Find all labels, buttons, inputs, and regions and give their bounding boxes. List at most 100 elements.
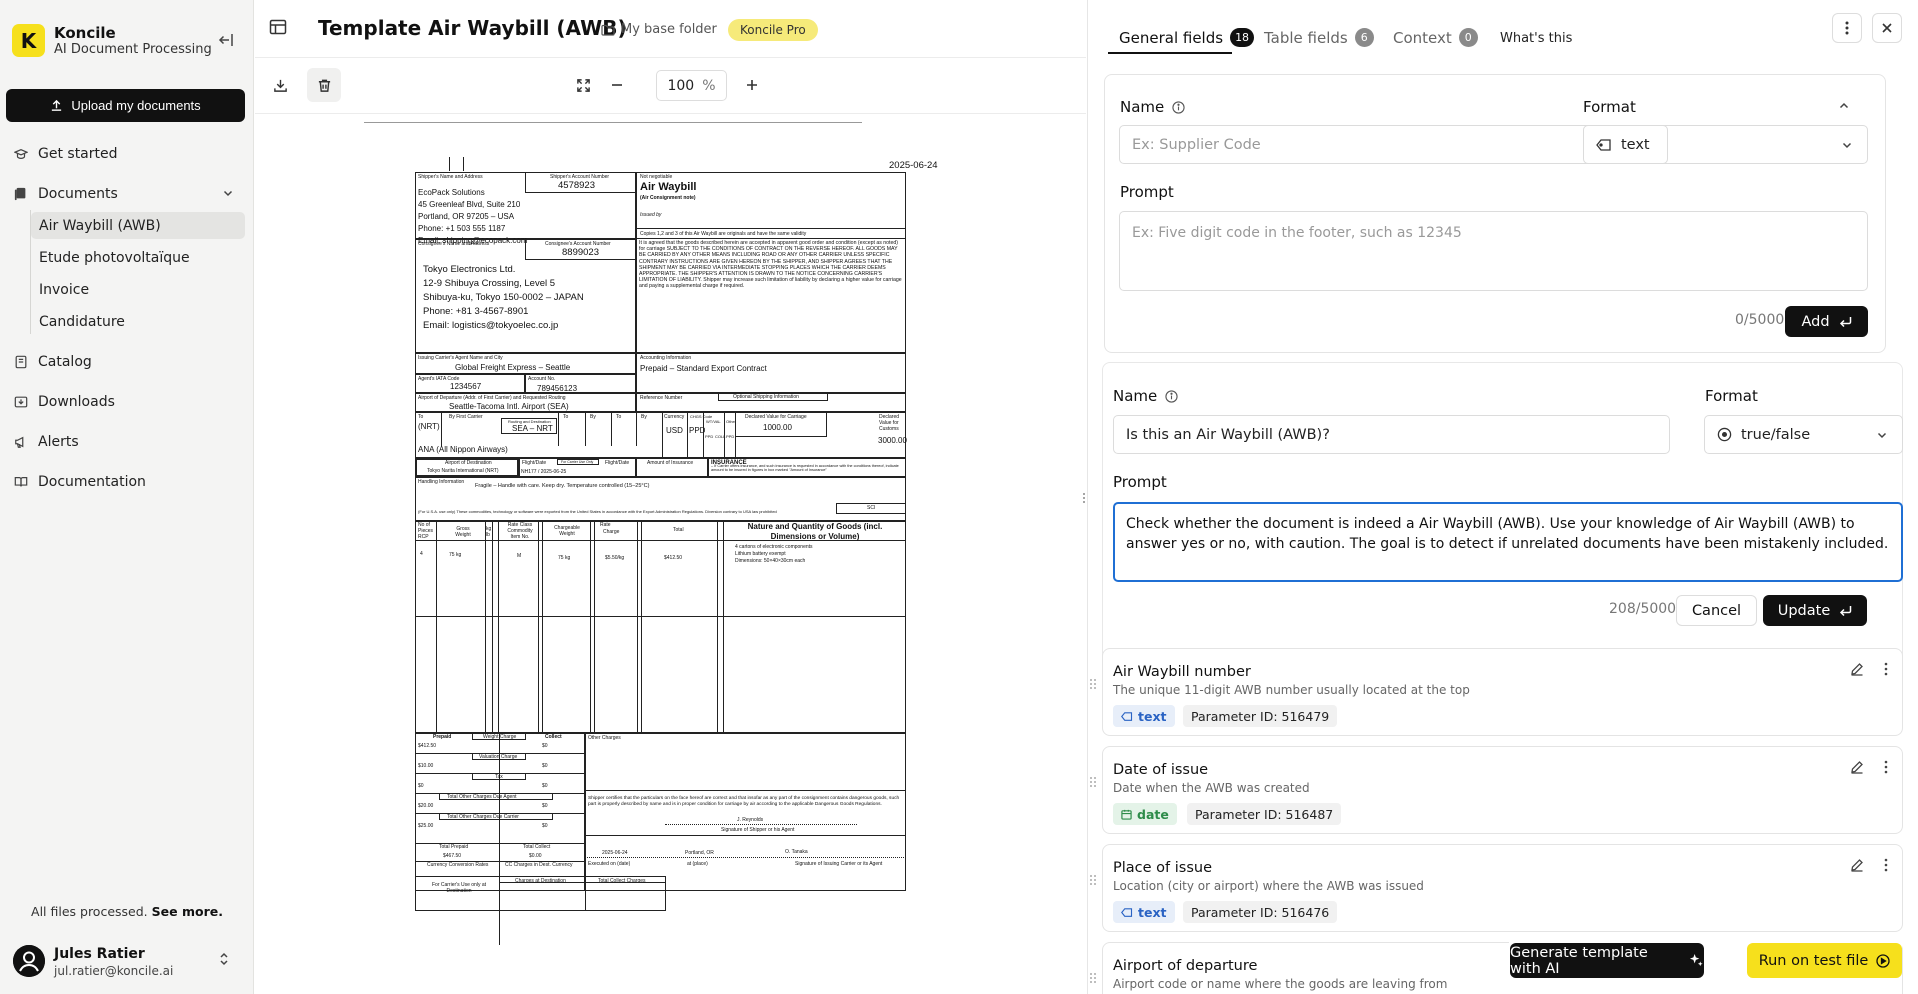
- nav-catalog[interactable]: Catalog: [14, 354, 92, 370]
- consignee-line: 12-9 Shibuya Crossing, Level 5: [423, 278, 556, 289]
- edit-field-format-select[interactable]: true/false: [1704, 415, 1903, 454]
- goods-table: [415, 521, 906, 733]
- edit-icon[interactable]: [1850, 858, 1864, 872]
- expand-icon: [576, 78, 591, 93]
- upload-documents-button[interactable]: Upload my documents: [6, 89, 245, 122]
- info-icon[interactable]: [1172, 100, 1185, 114]
- sidebar-doc-invoice[interactable]: Invoice: [31, 276, 245, 303]
- consignee-line: Tokyo Electronics Ltd.: [423, 264, 516, 275]
- rule: [585, 882, 666, 883]
- info-icon[interactable]: [1165, 389, 1178, 403]
- accounting-label: Accounting Information: [640, 355, 692, 361]
- issued-by: Issued by: [640, 212, 662, 218]
- chevron-up-down-icon[interactable]: [218, 952, 230, 966]
- zoom-in-button[interactable]: [735, 68, 769, 102]
- tab-general-fields[interactable]: General fields 18: [1119, 28, 1255, 47]
- folder-link[interactable]: My base folder: [601, 22, 717, 37]
- field-card[interactable]: Air Waybill number The unique 11-digit A…: [1090, 648, 1903, 736]
- collapse-sidebar-icon[interactable]: [218, 32, 234, 48]
- fields-tabs: General fields 18 Table fields 6 Context…: [1088, 0, 1918, 56]
- tab-general-fields-label: General fields: [1119, 28, 1224, 47]
- fullscreen-button[interactable]: [566, 68, 600, 102]
- flight-label: Flight/Date: [605, 460, 630, 466]
- sidebar-doc-air-waybill[interactable]: Air Waybill (AWB): [31, 212, 245, 239]
- close-panel-button[interactable]: [1872, 13, 1902, 43]
- rule: [415, 616, 906, 617]
- to-label: To: [563, 414, 569, 420]
- tab-table-fields-count: 6: [1354, 28, 1374, 47]
- rule: [585, 835, 906, 836]
- add-field-button[interactable]: Add: [1785, 306, 1868, 337]
- ppd-label: PPD: [705, 434, 714, 439]
- document-header: Template Air Waybill (AWB) My base folde…: [255, 0, 1086, 58]
- delete-button[interactable]: [307, 68, 341, 102]
- to-label: To: [616, 414, 622, 420]
- drag-handle-icon[interactable]: [1089, 971, 1097, 985]
- sidebar-doc-etude-photovoltaique[interactable]: Etude photovoltaïque: [31, 244, 245, 271]
- rule: [594, 521, 595, 733]
- calendar-icon: [1121, 809, 1132, 820]
- drag-handle-icon[interactable]: [1089, 677, 1097, 691]
- carrier-use-label: For Carrier Use Only: [561, 460, 594, 464]
- edit-field-name-text: Name: [1113, 387, 1158, 405]
- prepaid-due-carrier: $25.00: [418, 823, 434, 829]
- fields-scroll-area[interactable]: Name Ex: Supplier Code Format text Promp…: [1088, 56, 1918, 994]
- col-chargeable: Chargeable Weight: [554, 525, 580, 537]
- new-field-format-select[interactable]: text: [1583, 125, 1868, 164]
- copies-note: Copies 1,2 and 3 of this Air Waybill are…: [640, 231, 807, 237]
- megaphone-icon: [14, 435, 28, 449]
- edit-icon[interactable]: [1850, 662, 1864, 676]
- user-menu[interactable]: Jules Ratier jul.ratier@koncile.ai: [0, 936, 254, 994]
- zoom-input[interactable]: 100 %: [656, 70, 727, 101]
- download-button[interactable]: [263, 68, 297, 102]
- tab-context[interactable]: Context 0: [1393, 28, 1478, 47]
- sidebar-doc-candidature[interactable]: Candidature: [31, 308, 245, 335]
- more-options-button[interactable]: [1832, 13, 1862, 43]
- edit-field-name-label: Name: [1113, 387, 1178, 405]
- nav-documentation[interactable]: Documentation: [14, 474, 146, 490]
- nav-downloads[interactable]: Downloads: [14, 394, 115, 410]
- catalog-icon: [14, 355, 28, 369]
- collect-tax: $0: [542, 783, 548, 789]
- page-title: Template Air Waybill (AWB): [318, 16, 627, 40]
- document-canvas[interactable]: 2025-06-24 Shipper's Name and Address Sh…: [255, 115, 1086, 994]
- document-viewer-pane: Template Air Waybill (AWB) My base folde…: [255, 0, 1086, 994]
- nav-documents[interactable]: Documents: [14, 186, 118, 202]
- new-field-format-label: Format: [1583, 98, 1636, 116]
- edit-field-prompt-input[interactable]: Check whether the document is indeed a A…: [1113, 502, 1903, 582]
- shipper-signature: J. Reynolds: [737, 817, 764, 823]
- rule: [641, 521, 642, 733]
- by-label: By: [590, 414, 596, 420]
- col-rate: Rate: [600, 522, 611, 528]
- table-icon[interactable]: [269, 18, 287, 36]
- cancel-button[interactable]: Cancel: [1676, 595, 1757, 626]
- total: $412.50: [664, 555, 683, 561]
- chevron-down-icon[interactable]: [222, 187, 234, 199]
- chargeable-weight: 75 kg: [558, 555, 571, 561]
- whats-this-link[interactable]: What's this: [1500, 31, 1572, 46]
- goods-line: 4 cartons of electronic components: [735, 544, 813, 550]
- see-more-link[interactable]: See more.: [152, 904, 223, 919]
- new-field-prompt-input[interactable]: Ex: Five digit code in the footer, such …: [1119, 211, 1868, 291]
- nav-alerts[interactable]: Alerts: [14, 434, 79, 450]
- drag-handle-icon[interactable]: [1089, 873, 1097, 887]
- new-field-prompt-label: Prompt: [1120, 183, 1174, 201]
- field-card[interactable]: Place of issue Location (city or airport…: [1090, 844, 1903, 932]
- rule: [441, 412, 442, 446]
- drag-handle-icon[interactable]: [1089, 775, 1097, 789]
- field-card[interactable]: Date of issue Date when the AWB was crea…: [1090, 746, 1903, 834]
- edit-icon[interactable]: [1850, 760, 1864, 774]
- tab-table-fields[interactable]: Table fields 6: [1264, 28, 1374, 47]
- more-vertical-icon[interactable]: [1884, 858, 1888, 872]
- update-field-button[interactable]: Update: [1763, 595, 1867, 626]
- generate-template-button[interactable]: Generate template with AI: [1510, 943, 1704, 978]
- zoom-out-button[interactable]: [600, 68, 634, 102]
- nav-get-started[interactable]: Get started: [14, 146, 118, 162]
- more-vertical-icon[interactable]: [1884, 662, 1888, 676]
- more-vertical-icon[interactable]: [1884, 760, 1888, 774]
- more-vertical-icon: [1845, 21, 1849, 35]
- chevron-up-icon[interactable]: [1838, 100, 1850, 112]
- routing-value: SEA – NRT: [512, 424, 553, 433]
- run-test-file-button[interactable]: Run on test file: [1747, 943, 1902, 978]
- edit-field-name-input[interactable]: Is this an Air Waybill (AWB)?: [1113, 415, 1670, 454]
